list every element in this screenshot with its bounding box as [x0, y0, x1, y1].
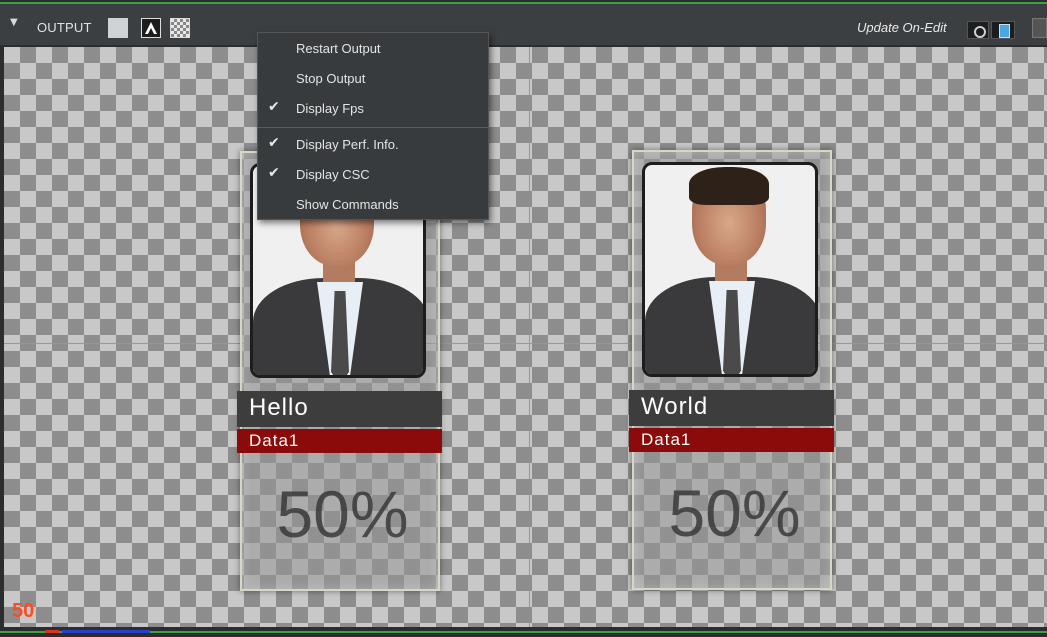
menu-item-display-perf-info[interactable]: ✔ Display Perf. Info. [258, 131, 490, 159]
menu-item-label: Display Perf. Info. [296, 137, 399, 152]
portrait-photo [642, 162, 818, 377]
alpha-icon[interactable] [141, 18, 161, 38]
menu-item-label: Show Commands [296, 197, 399, 212]
perf-bar-blue [62, 630, 150, 633]
card-name: World [641, 393, 709, 420]
data-bar: Data1 [237, 429, 442, 453]
output-viewport[interactable]: Hello Data1 50% World Data1 50% [4, 47, 1047, 627]
collapse-triangle-icon[interactable]: ▼ [10, 17, 18, 28]
data-bar: Data1 [629, 428, 834, 452]
output-context-menu: Restart Output Stop Output ✔ Display Fps… [257, 32, 490, 220]
card-name: Hello [249, 394, 309, 421]
checkmark-icon: ✔ [268, 165, 280, 181]
bottom-accent-line [0, 631, 1047, 633]
menu-item-restart-output[interactable]: Restart Output [258, 35, 490, 63]
horizontal-center-guide [4, 343, 1047, 344]
panel-edge-icon[interactable] [1032, 18, 1047, 38]
checkmark-icon: ✔ [268, 135, 280, 151]
menu-item-display-csc[interactable]: ✔ Display CSC [258, 161, 490, 189]
landscape-icon[interactable] [108, 18, 128, 38]
menu-item-label: Display CSC [296, 167, 370, 182]
hair-shape [689, 167, 769, 205]
menu-item-label: Restart Output [296, 41, 381, 56]
card-percent: 50% [668, 476, 801, 550]
perf-bar-red [45, 630, 59, 633]
card-percent: 50% [276, 477, 409, 551]
alpha-glyph [145, 22, 157, 34]
menu-item-display-fps[interactable]: ✔ Display Fps [258, 95, 490, 123]
output-section-label: OUTPUT [37, 20, 92, 35]
card-data-label: Data1 [641, 430, 692, 449]
menu-item-stop-output[interactable]: Stop Output [258, 65, 490, 93]
checkmark-icon: ✔ [268, 99, 280, 115]
name-bar: Hello [237, 391, 442, 427]
menu-item-show-commands[interactable]: Show Commands [258, 191, 490, 219]
menu-item-label: Stop Output [296, 71, 366, 86]
card-data-label: Data1 [249, 431, 300, 450]
lower-third-card-right[interactable]: World Data1 50% [629, 150, 834, 590]
fps-readout: 50 [12, 600, 35, 622]
name-bar: World [629, 390, 834, 426]
update-on-edit-label: Update On-Edit [857, 20, 947, 35]
output-toolbar: ▼ OUTPUT Update On-Edit [0, 4, 1047, 46]
menu-separator [258, 127, 490, 128]
record-toggle-icon[interactable] [967, 21, 989, 39]
checkerboard-icon[interactable] [170, 18, 190, 38]
vertical-center-guide [529, 47, 530, 627]
update-on-edit-toggle[interactable] [991, 21, 1015, 39]
menu-item-label: Display Fps [296, 101, 364, 116]
